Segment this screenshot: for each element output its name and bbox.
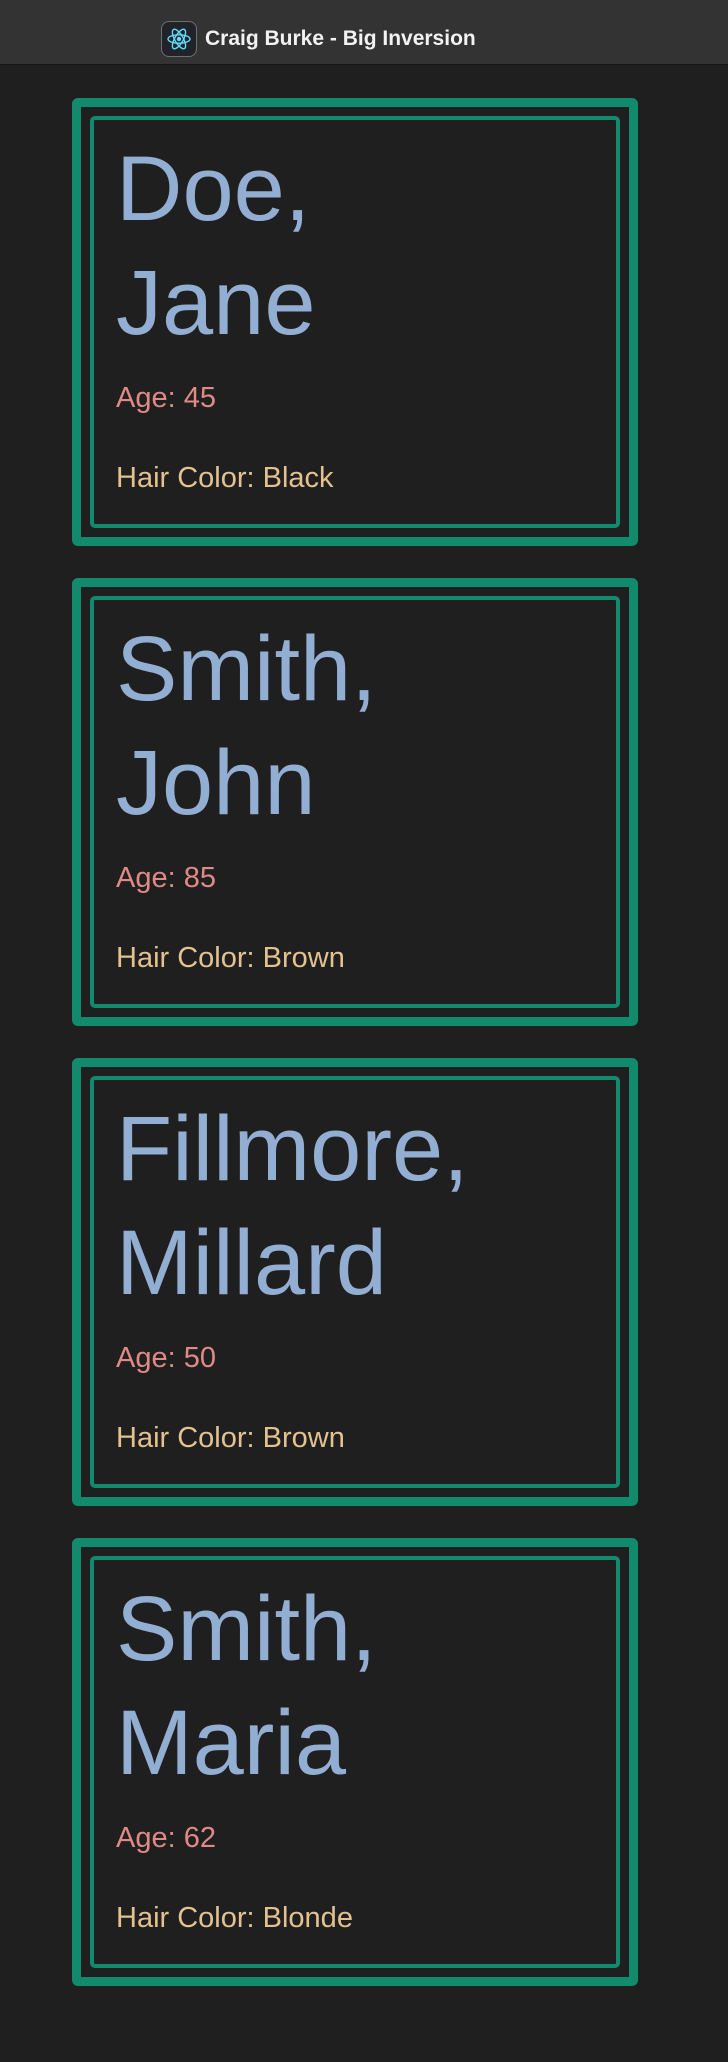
- person-name: Smith, John: [116, 612, 616, 840]
- person-last-name: Doe,: [116, 138, 311, 240]
- person-first-name: Jane: [116, 252, 316, 354]
- person-card: Smith, John Age: 85 Hair Color: Brown: [72, 578, 638, 1026]
- person-card-inner: Fillmore, Millard Age: 50 Hair Color: Br…: [90, 1076, 620, 1488]
- person-card-inner: Smith, John Age: 85 Hair Color: Brown: [90, 596, 620, 1008]
- react-atom-icon: [161, 21, 197, 57]
- person-first-name: John: [116, 732, 316, 834]
- person-hair-color: Hair Color: Black: [116, 462, 334, 494]
- person-hair-color: Hair Color: Brown: [116, 942, 345, 974]
- person-card: Doe, Jane Age: 45 Hair Color: Black: [72, 98, 638, 546]
- person-card-inner: Smith, Maria Age: 62 Hair Color: Blonde: [90, 1556, 620, 1968]
- person-name: Smith, Maria: [116, 1572, 616, 1800]
- person-card-list: Doe, Jane Age: 45 Hair Color: Black Smit…: [72, 98, 638, 2018]
- person-name: Fillmore, Millard: [116, 1092, 616, 1320]
- person-hair-color: Hair Color: Brown: [116, 1422, 345, 1454]
- person-card: Smith, Maria Age: 62 Hair Color: Blonde: [72, 1538, 638, 1986]
- person-age: Age: 62: [116, 1822, 216, 1854]
- person-card-inner: Doe, Jane Age: 45 Hair Color: Black: [90, 116, 620, 528]
- person-last-name: Smith,: [116, 618, 377, 720]
- window-titlebar[interactable]: Craig Burke - Big Inversion: [0, 0, 728, 65]
- person-card: Fillmore, Millard Age: 50 Hair Color: Br…: [72, 1058, 638, 1506]
- person-last-name: Fillmore,: [116, 1098, 469, 1200]
- window-title: Craig Burke - Big Inversion: [205, 27, 476, 50]
- person-age: Age: 45: [116, 382, 216, 414]
- person-age: Age: 50: [116, 1342, 216, 1374]
- person-first-name: Maria: [116, 1692, 347, 1794]
- person-last-name: Smith,: [116, 1578, 377, 1680]
- person-first-name: Millard: [116, 1212, 387, 1314]
- person-hair-color: Hair Color: Blonde: [116, 1902, 353, 1934]
- person-name: Doe, Jane: [116, 132, 616, 360]
- person-age: Age: 85: [116, 862, 216, 894]
